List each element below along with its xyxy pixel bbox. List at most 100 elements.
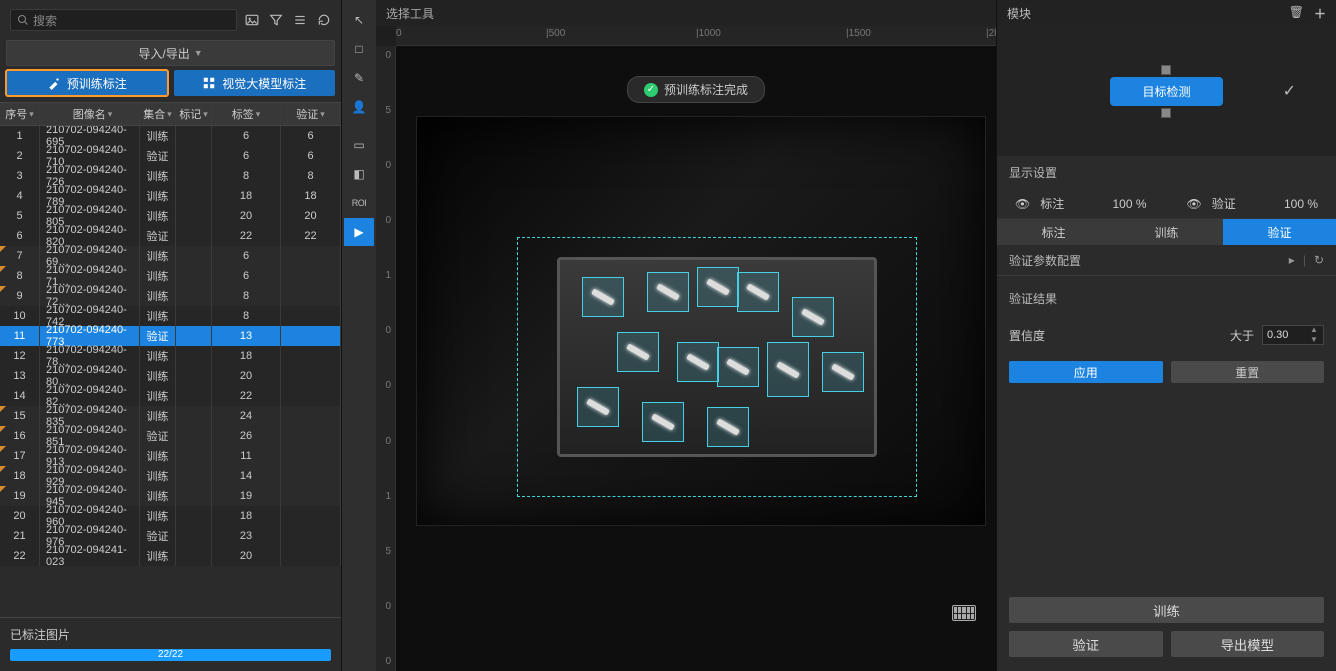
grid-icon [202, 76, 216, 90]
table-row[interactable]: 9210702-094240-72…训练8 [0, 286, 341, 306]
table-row[interactable]: 11210702-094240-773验证13 [0, 326, 341, 346]
filter-icon[interactable] [267, 11, 285, 29]
col-set[interactable]: 集合▾ [140, 103, 176, 125]
wand-icon [47, 76, 61, 90]
verify-button[interactable]: 验证 [1009, 631, 1163, 657]
module-graph[interactable]: 目标检测 ✓ [997, 26, 1336, 156]
image-viewport[interactable]: ✓ 预训练标注完成 [396, 46, 996, 671]
add-module-icon[interactable]: ＋ [1314, 5, 1326, 22]
table-row[interactable]: 20210702-094240-960训练18 [0, 506, 341, 526]
visibility-label-icon[interactable]: 👁 [1015, 197, 1030, 211]
detection-box[interactable] [697, 267, 739, 307]
tab-train[interactable]: 训练 [1110, 219, 1223, 245]
tool-rect[interactable]: □ [344, 35, 374, 63]
gallery-icon[interactable] [243, 11, 261, 29]
detection-box[interactable] [707, 407, 749, 447]
table-row[interactable]: 22210702-094241-023训练20 [0, 546, 341, 566]
tool-draw[interactable]: ✎ [344, 64, 374, 92]
detection-box[interactable] [822, 352, 864, 392]
detection-box[interactable] [737, 272, 779, 312]
expand-icon[interactable]: ▸ [1289, 253, 1295, 267]
canvas-area: 选择工具 0|500|1000|1500|2k 050010001500 ✓ 预… [376, 0, 996, 671]
detection-box[interactable] [677, 342, 719, 382]
train-button[interactable]: 训练 [1009, 597, 1324, 623]
detection-box[interactable] [647, 272, 689, 312]
table-row[interactable]: 16210702-094240-851验证26 [0, 426, 341, 446]
table-row[interactable]: 6210702-094240-820验证2222 [0, 226, 341, 246]
col-mark[interactable]: 标记▾ [176, 103, 212, 125]
display-verify-text: 验证 [1212, 195, 1236, 212]
apply-button[interactable]: 应用 [1009, 361, 1163, 383]
spinner-down[interactable]: ▼ [1305, 335, 1323, 345]
table-row[interactable]: 13210702-094240-80…训练20 [0, 366, 341, 386]
import-export-label: 导入/导出 [138, 45, 189, 62]
confidence-gt-label: 大于 [1230, 327, 1254, 344]
pretrain-annotation-button[interactable]: 预训练标注 [6, 70, 168, 96]
table-row[interactable]: 14210702-094240-82…训练22 [0, 386, 341, 406]
delete-module-icon[interactable]: 🗑 [1289, 5, 1304, 22]
detection-box[interactable] [717, 347, 759, 387]
tool-run[interactable]: ▶ [344, 218, 374, 246]
tool-roi[interactable]: ROI [344, 189, 374, 217]
left-footer: 已标注图片 22/22 [0, 617, 341, 671]
history-icon[interactable]: ↻ [1314, 253, 1324, 267]
confidence-input[interactable] [1263, 329, 1305, 341]
vision-model-annotation-button[interactable]: 视觉大模型标注 [174, 70, 336, 96]
node-handle-bottom[interactable] [1161, 108, 1171, 118]
visibility-verify-icon[interactable]: 👁 [1187, 197, 1202, 211]
col-index[interactable]: 序号▾ [0, 103, 40, 125]
search-toolbar: 搜索 [0, 0, 341, 40]
node-handle-top[interactable] [1161, 65, 1171, 75]
detection-box[interactable] [767, 342, 809, 397]
detection-box[interactable] [642, 402, 684, 442]
detection-box[interactable] [792, 297, 834, 337]
table-row[interactable]: 2210702-094240-710验证66 [0, 146, 341, 166]
detection-box[interactable] [582, 277, 624, 317]
search-input[interactable]: 搜索 [10, 9, 237, 31]
export-model-button[interactable]: 导出模型 [1171, 631, 1325, 657]
confidence-row: 置信度 大于 ▲ ▼ [997, 315, 1336, 355]
import-export-button[interactable]: 导入/导出 ▼ [6, 40, 335, 66]
table-row[interactable]: 4210702-094240-789训练1818 [0, 186, 341, 206]
display-label-text: 标注 [1040, 195, 1064, 212]
spinner-up[interactable]: ▲ [1305, 325, 1323, 335]
table-row[interactable]: 17210702-094240-913训练11 [0, 446, 341, 466]
tool-box[interactable]: ▭ [344, 131, 374, 159]
toast-text: 预训练标注完成 [664, 81, 748, 98]
tab-verify[interactable]: 验证 [1223, 219, 1336, 245]
annotation-progress: 22/22 [10, 649, 331, 661]
display-settings-row: 👁 标注 100 % 👁 验证 100 % [997, 189, 1336, 219]
left-panel: 搜索 导入/导出 ▼ 预训练标注 视觉大模型标注 序号▾ 图像名▾ 集合▾ 标记… [0, 0, 342, 671]
table-row[interactable]: 12210702-094240-78…训练18 [0, 346, 341, 366]
table-row[interactable]: 19210702-094240-945训练19 [0, 486, 341, 506]
table-row[interactable]: 10210702-094240-742训练8 [0, 306, 341, 326]
reset-button[interactable]: 重置 [1171, 361, 1325, 383]
keyboard-shortcuts-button[interactable] [952, 605, 976, 621]
table-row[interactable]: 1210702-094240-695训练66 [0, 126, 341, 146]
refresh-icon[interactable] [315, 11, 333, 29]
detection-box[interactable] [577, 387, 619, 427]
table-row[interactable]: 5210702-094240-805训练2020 [0, 206, 341, 226]
caret-down-icon: ▼ [194, 48, 203, 58]
detection-box[interactable] [617, 332, 659, 372]
tool-mask[interactable]: ◧ [344, 160, 374, 188]
col-verify[interactable]: 验证▾ [281, 103, 341, 125]
table-row[interactable]: 18210702-094240-929训练14 [0, 466, 341, 486]
tab-annotate[interactable]: 标注 [997, 219, 1110, 245]
table-row[interactable]: 15210702-094240-835训练24 [0, 406, 341, 426]
list-view-icon[interactable] [291, 11, 309, 29]
module-title: 模块 [1007, 5, 1031, 22]
table-row[interactable]: 7210702-094240-69…训练6 [0, 246, 341, 266]
display-label-pct: 100 % [1112, 197, 1146, 211]
module-node-detection[interactable]: 目标检测 [1110, 77, 1222, 106]
confidence-spinner[interactable]: ▲ ▼ [1262, 325, 1324, 345]
verify-params-row[interactable]: 验证参数配置 ▸ | ↻ [997, 245, 1336, 275]
col-name[interactable]: 图像名▾ [40, 103, 140, 125]
tool-person[interactable]: 👤 [344, 93, 374, 121]
table-row[interactable]: 21210702-094240-976验证23 [0, 526, 341, 546]
table-row[interactable]: 8210702-094240-71…训练6 [0, 266, 341, 286]
col-label[interactable]: 标签▾ [212, 103, 281, 125]
table-row[interactable]: 3210702-094240-726训练88 [0, 166, 341, 186]
tool-select[interactable]: ↖ [344, 6, 374, 34]
run-module-icon[interactable]: ✓ [1283, 81, 1296, 101]
